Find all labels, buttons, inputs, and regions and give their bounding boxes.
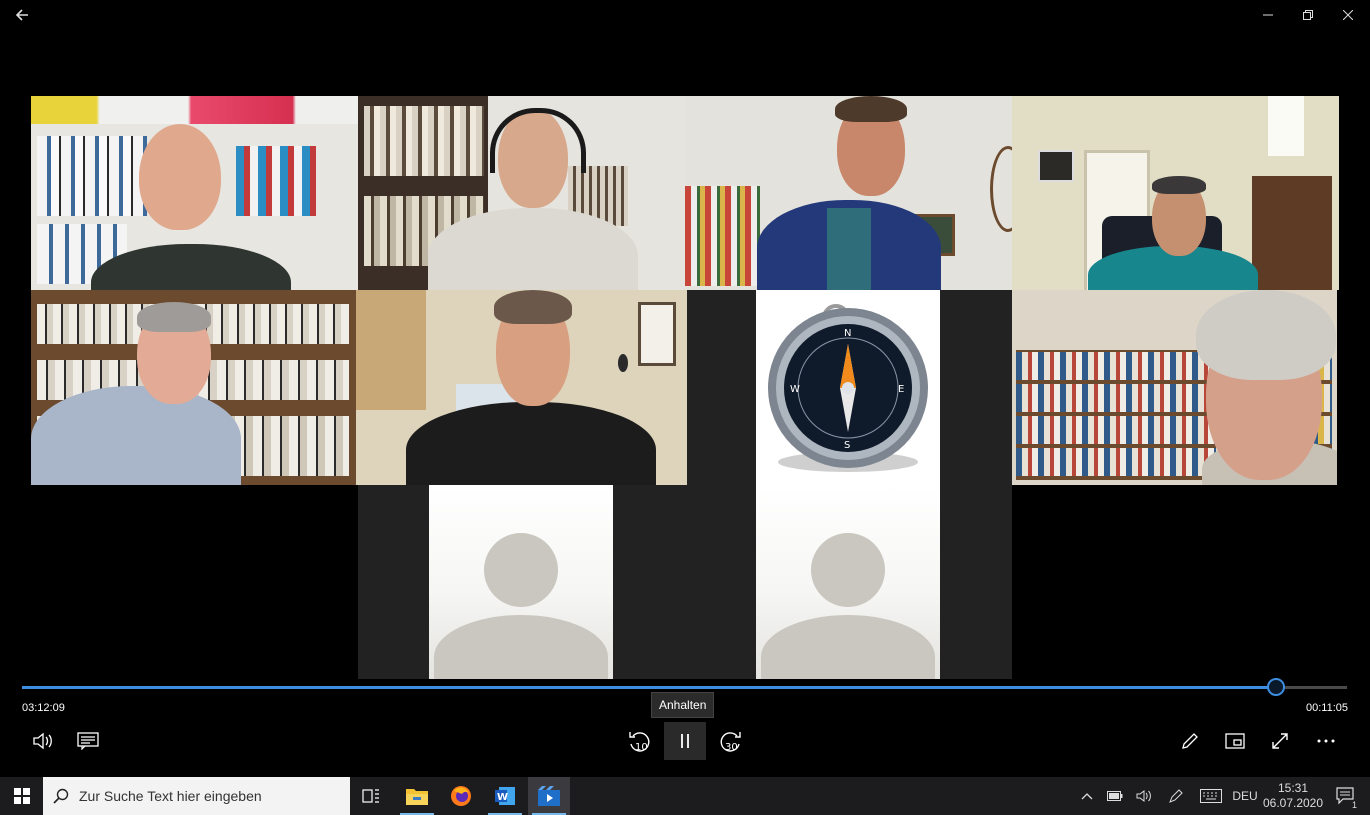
participant-video-tile xyxy=(685,96,1012,290)
taskbar-search[interactable]: Zur Suche Text hier eingeben xyxy=(43,777,350,815)
skip-forward-icon: 30 xyxy=(720,732,741,753)
participant-video-tile xyxy=(1012,96,1339,290)
pencil-icon xyxy=(1182,733,1198,749)
search-icon xyxy=(53,788,69,804)
compass-icon: N E W S xyxy=(768,304,928,472)
subtitles-button[interactable] xyxy=(68,722,108,760)
skip-back-seconds: 10 xyxy=(635,742,648,753)
show-hidden-icons-button[interactable] xyxy=(1076,777,1098,815)
svg-text:S: S xyxy=(844,440,850,451)
pen-icon xyxy=(1169,789,1183,803)
mini-view-button[interactable] xyxy=(1215,722,1255,760)
participant-video-tile xyxy=(31,96,358,290)
participant-avatar-tile xyxy=(358,485,685,679)
taskbar: Zur Suche Text hier eingeben W DEU 15:31… xyxy=(0,777,1370,815)
battery-button[interactable] xyxy=(1102,777,1128,815)
minimize-icon xyxy=(1263,14,1273,16)
movies-tv-icon xyxy=(538,786,560,806)
close-icon xyxy=(1343,10,1353,20)
speaker-icon xyxy=(1136,790,1151,802)
restore-icon xyxy=(1303,10,1313,20)
word-icon: W xyxy=(495,787,515,805)
volume-icon xyxy=(33,732,52,750)
taskbar-app-movies-tv[interactable] xyxy=(528,777,570,815)
seek-progress xyxy=(22,686,1276,689)
fullscreen-icon xyxy=(1272,733,1288,749)
seek-bar[interactable] xyxy=(22,678,1347,696)
pause-icon xyxy=(681,734,689,748)
minimize-button[interactable] xyxy=(1248,0,1288,30)
input-language-button[interactable]: DEU xyxy=(1230,777,1260,815)
subtitles-icon xyxy=(77,732,99,750)
clock-time: 15:31 xyxy=(1277,781,1309,795)
clock-date: 06.07.2020 xyxy=(1262,796,1324,810)
fullscreen-button[interactable] xyxy=(1260,722,1300,760)
start-button[interactable] xyxy=(0,777,43,815)
keyboard-icon xyxy=(1200,789,1222,803)
skip-back-icon: 10 xyxy=(629,732,650,753)
back-button[interactable] xyxy=(2,0,42,30)
more-icon xyxy=(1317,739,1335,743)
avatar-placeholder-icon xyxy=(484,533,558,607)
task-view-icon xyxy=(362,789,379,803)
more-button[interactable] xyxy=(1306,722,1346,760)
skip-forward-seconds: 30 xyxy=(725,742,738,753)
taskbar-app-word[interactable]: W xyxy=(484,777,526,815)
clock-button[interactable]: 15:31 06.07.2020 xyxy=(1262,777,1324,815)
svg-text:N: N xyxy=(844,328,851,339)
restore-button[interactable] xyxy=(1288,0,1328,30)
arrow-left-icon xyxy=(15,9,28,21)
task-view-button[interactable] xyxy=(350,777,392,815)
participant-video-tile xyxy=(31,290,356,485)
svg-text:W: W xyxy=(790,384,800,395)
svg-text:W: W xyxy=(497,792,508,803)
pen-workspace-button[interactable] xyxy=(1163,777,1189,815)
firefox-icon xyxy=(451,786,471,806)
elapsed-time: 03:12:09 xyxy=(22,702,65,714)
skip-back-button[interactable]: 10 xyxy=(620,722,660,760)
participant-video-tile xyxy=(1012,290,1337,485)
edit-button[interactable] xyxy=(1170,722,1210,760)
participant-avatar-tile xyxy=(685,485,1012,679)
close-button[interactable] xyxy=(1328,0,1368,30)
avatar-placeholder-icon xyxy=(811,533,885,607)
svg-text:E: E xyxy=(898,384,904,395)
action-center-button[interactable]: 1 xyxy=(1328,777,1362,815)
battery-icon xyxy=(1107,791,1123,801)
volume-button[interactable] xyxy=(23,722,63,760)
notification-badge: 1 xyxy=(1350,800,1358,810)
taskbar-app-firefox[interactable] xyxy=(440,777,482,815)
system-volume-button[interactable] xyxy=(1131,777,1157,815)
search-placeholder: Zur Suche Text hier eingeben xyxy=(79,788,262,804)
pause-button[interactable] xyxy=(664,722,706,760)
taskbar-app-file-explorer[interactable] xyxy=(396,777,438,815)
skip-forward-button[interactable]: 30 xyxy=(710,722,750,760)
participant-video-tile xyxy=(358,96,685,290)
pause-tooltip: Anhalten xyxy=(651,692,715,718)
mini-view-icon xyxy=(1225,733,1245,749)
chevron-up-icon xyxy=(1081,793,1093,800)
remaining-time: 00:11:05 xyxy=(1305,702,1348,714)
windows-logo-icon xyxy=(13,788,30,804)
seek-thumb[interactable] xyxy=(1267,678,1286,696)
touch-keyboard-button[interactable] xyxy=(1196,777,1226,815)
participant-image-tile: N E W S xyxy=(687,290,1012,485)
participant-video-tile xyxy=(356,290,687,485)
file-explorer-icon xyxy=(406,789,428,805)
